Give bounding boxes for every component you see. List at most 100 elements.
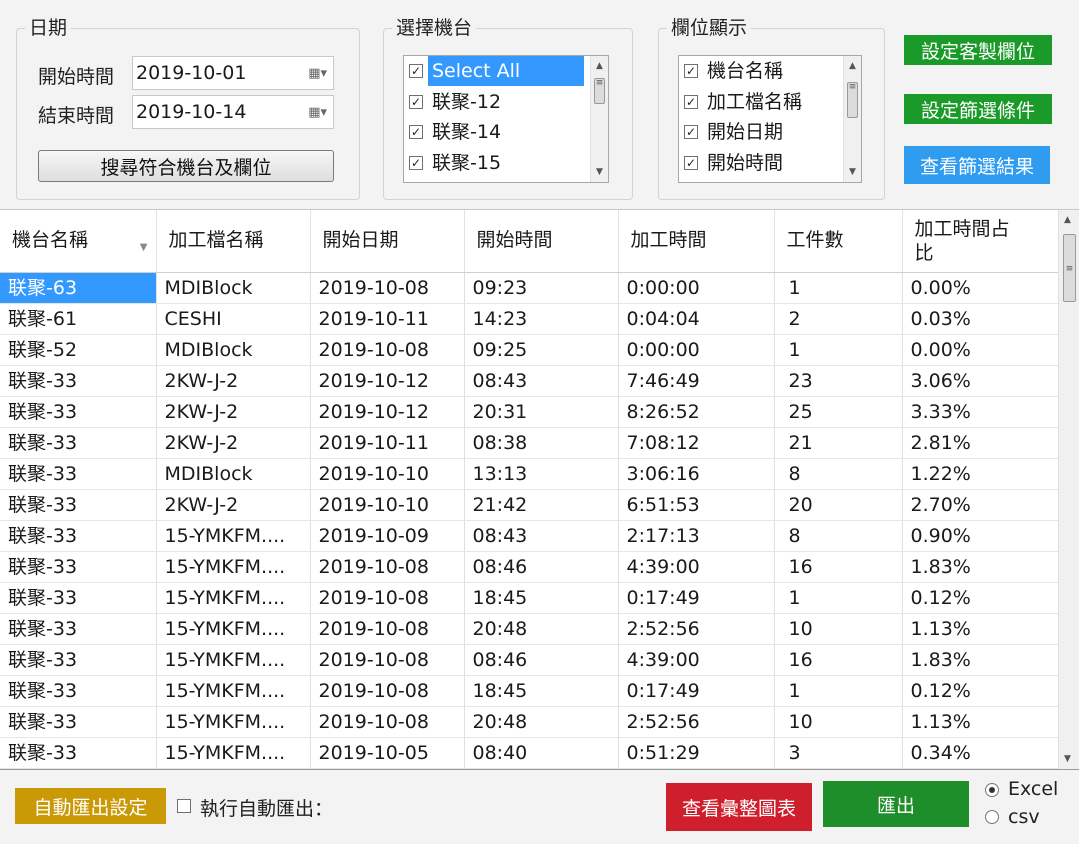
- table-cell[interactable]: 联聚-33: [0, 551, 157, 583]
- table-cell[interactable]: 2:52:56: [618, 613, 775, 645]
- table-cell[interactable]: 2019-10-10: [310, 458, 465, 490]
- table-cell[interactable]: 1.22%: [902, 458, 1059, 490]
- scroll-thumb[interactable]: ≡: [1063, 234, 1076, 302]
- table-cell[interactable]: 2:52:56: [618, 706, 775, 738]
- table-cell[interactable]: 08:46: [464, 551, 619, 583]
- table-row[interactable]: 联聚-33 15-YMKFM.... 2019-10-08 18:45 0:17:49 1…: [0, 582, 1059, 614]
- column-header[interactable]: 機台名稱 ▼: [0, 210, 157, 273]
- table-cell[interactable]: 2:17:13: [618, 520, 775, 552]
- table-cell[interactable]: 08:38: [464, 427, 619, 459]
- table-cell[interactable]: MDIBlock: [156, 458, 311, 490]
- scroll-thumb[interactable]: ≡: [594, 78, 605, 104]
- table-cell[interactable]: 20:48: [464, 613, 619, 645]
- table-cell[interactable]: 2019-10-11: [310, 427, 465, 459]
- table-cell[interactable]: 15-YMKFM....: [156, 644, 311, 676]
- table-cell[interactable]: 1.83%: [902, 644, 1059, 676]
- table-cell[interactable]: 2KW-J-2: [156, 365, 311, 397]
- checkbox-checked-icon[interactable]: ✓: [409, 155, 423, 170]
- table-cell[interactable]: 20:31: [464, 396, 619, 428]
- table-cell[interactable]: 2019-10-08: [310, 675, 465, 707]
- table-cell[interactable]: 联聚-33: [0, 737, 157, 769]
- table-cell[interactable]: 08:46: [464, 644, 619, 676]
- table-row[interactable]: 联聚-63 MDIBlock 2019-10-08 09:23 0:00:00 1 0.00…: [0, 272, 1059, 304]
- table-cell[interactable]: 15-YMKFM....: [156, 520, 311, 552]
- column-list-item[interactable]: ✓ 機台名稱: [679, 56, 861, 87]
- start-date-picker[interactable]: 2019-10-01 ▦▾: [132, 56, 334, 90]
- machine-list-item[interactable]: ✓ 联聚-15: [404, 148, 608, 179]
- table-cell[interactable]: 0:51:29: [618, 737, 775, 769]
- scroll-thumb[interactable]: ≡: [847, 82, 858, 118]
- table-cell[interactable]: 8: [774, 520, 903, 552]
- column-list[interactable]: ✓ 機台名稱 ✓ 加工檔名稱 ✓ 開始日期 ✓ 開始時間 ▲ ≡ ▼: [678, 55, 862, 183]
- sort-arrow-icon[interactable]: ▼: [140, 235, 148, 260]
- checkbox-checked-icon[interactable]: ✓: [409, 125, 423, 139]
- table-cell[interactable]: 1: [774, 675, 903, 707]
- table-cell[interactable]: 2KW-J-2: [156, 396, 311, 428]
- table-cell[interactable]: 联聚-33: [0, 427, 157, 459]
- table-cell[interactable]: 09:23: [464, 272, 619, 304]
- table-row[interactable]: 联聚-33 2KW-J-2 2019-10-12 08:43 7:46:49 23 3.06…: [0, 365, 1059, 397]
- table-cell[interactable]: 2019-10-12: [310, 396, 465, 428]
- table-cell[interactable]: MDIBlock: [156, 272, 311, 304]
- table-cell[interactable]: 联聚-63: [0, 272, 157, 304]
- table-cell[interactable]: 联聚-33: [0, 706, 157, 738]
- table-cell[interactable]: 15-YMKFM....: [156, 551, 311, 583]
- checkbox-checked-icon[interactable]: ✓: [684, 94, 698, 109]
- table-cell[interactable]: 15-YMKFM....: [156, 675, 311, 707]
- machine-list[interactable]: ✓ Select All ✓ 联聚-12 ✓ 联聚-14 ✓ 联聚-15 ▲ ≡…: [403, 55, 609, 183]
- table-cell[interactable]: 2.70%: [902, 489, 1059, 521]
- table-cell[interactable]: 联聚-52: [0, 334, 157, 366]
- column-list-item[interactable]: ✓ 加工檔名稱: [679, 87, 861, 118]
- view-summary-chart-button[interactable]: 查看彙整圖表: [666, 783, 812, 831]
- column-header[interactable]: 加工時間: [618, 210, 775, 273]
- table-cell[interactable]: 0:17:49: [618, 675, 775, 707]
- table-row[interactable]: 联聚-33 15-YMKFM.... 2019-10-05 08:40 0:51:29 3…: [0, 737, 1059, 769]
- table-row[interactable]: 联聚-33 15-YMKFM.... 2019-10-08 18:45 0:17:49 1…: [0, 675, 1059, 707]
- table-cell[interactable]: 1.13%: [902, 613, 1059, 645]
- table-cell[interactable]: 20:48: [464, 706, 619, 738]
- scroll-down-icon[interactable]: ▼: [844, 164, 861, 180]
- table-cell[interactable]: 2019-10-10: [310, 489, 465, 521]
- table-cell[interactable]: 0.00%: [902, 272, 1059, 304]
- table-cell[interactable]: 15-YMKFM....: [156, 613, 311, 645]
- table-cell[interactable]: 09:25: [464, 334, 619, 366]
- table-cell[interactable]: 13:13: [464, 458, 619, 490]
- table-cell[interactable]: 08:43: [464, 520, 619, 552]
- table-cell[interactable]: 2019-10-08: [310, 551, 465, 583]
- table-cell[interactable]: 7:08:12: [618, 427, 775, 459]
- table-cell[interactable]: 1: [774, 334, 903, 366]
- table-cell[interactable]: 0.03%: [902, 303, 1059, 335]
- csv-radio[interactable]: [985, 810, 999, 824]
- table-cell[interactable]: 0.00%: [902, 334, 1059, 366]
- table-cell[interactable]: 10: [774, 613, 903, 645]
- table-row[interactable]: 联聚-61 CESHI 2019-10-11 14:23 0:04:04 2 0.03%: [0, 303, 1059, 335]
- auto-export-checkbox[interactable]: [177, 799, 191, 813]
- table-cell[interactable]: 3.33%: [902, 396, 1059, 428]
- table-row[interactable]: 联聚-33 2KW-J-2 2019-10-12 20:31 8:26:52 25 3.33…: [0, 396, 1059, 428]
- table-row[interactable]: 联聚-33 MDIBlock 2019-10-10 13:13 3:06:16 8 1.22…: [0, 458, 1059, 490]
- table-cell[interactable]: 2019-10-09: [310, 520, 465, 552]
- table-cell[interactable]: 2KW-J-2: [156, 489, 311, 521]
- table-cell[interactable]: 联聚-33: [0, 458, 157, 490]
- table-cell[interactable]: 15-YMKFM....: [156, 706, 311, 738]
- table-cell[interactable]: 0:04:04: [618, 303, 775, 335]
- table-row[interactable]: 联聚-33 2KW-J-2 2019-10-11 08:38 7:08:12 21 2.81…: [0, 427, 1059, 459]
- table-cell[interactable]: 6:51:53: [618, 489, 775, 521]
- scroll-up-icon[interactable]: ▲: [591, 58, 608, 74]
- table-cell[interactable]: 21:42: [464, 489, 619, 521]
- results-grid[interactable]: 機台名稱 ▼ 加工檔名稱 開始日期 開始時間 加工時間 工件數 加工時間占 比 联…: [0, 209, 1079, 770]
- calendar-dropdown-icon[interactable]: ▦▾: [303, 105, 327, 121]
- end-date-picker[interactable]: 2019-10-14 ▦▾: [132, 95, 334, 129]
- table-cell[interactable]: 0:00:00: [618, 272, 775, 304]
- table-cell[interactable]: 2: [774, 303, 903, 335]
- table-cell[interactable]: 联聚-33: [0, 582, 157, 614]
- table-row[interactable]: 联聚-33 15-YMKFM.... 2019-10-08 08:46 4:39:00 1…: [0, 644, 1059, 676]
- column-list-scrollbar[interactable]: ▲ ≡ ▼: [843, 56, 861, 182]
- column-list-item[interactable]: ✓ 開始時間: [679, 148, 861, 179]
- table-cell[interactable]: 1: [774, 582, 903, 614]
- table-cell[interactable]: 2KW-J-2: [156, 427, 311, 459]
- table-cell[interactable]: 联聚-33: [0, 489, 157, 521]
- table-cell[interactable]: 23: [774, 365, 903, 397]
- table-row[interactable]: 联聚-33 15-YMKFM.... 2019-10-08 20:48 2:52:56 1…: [0, 613, 1059, 645]
- machine-list-item[interactable]: ✓ 联聚-14: [404, 117, 608, 148]
